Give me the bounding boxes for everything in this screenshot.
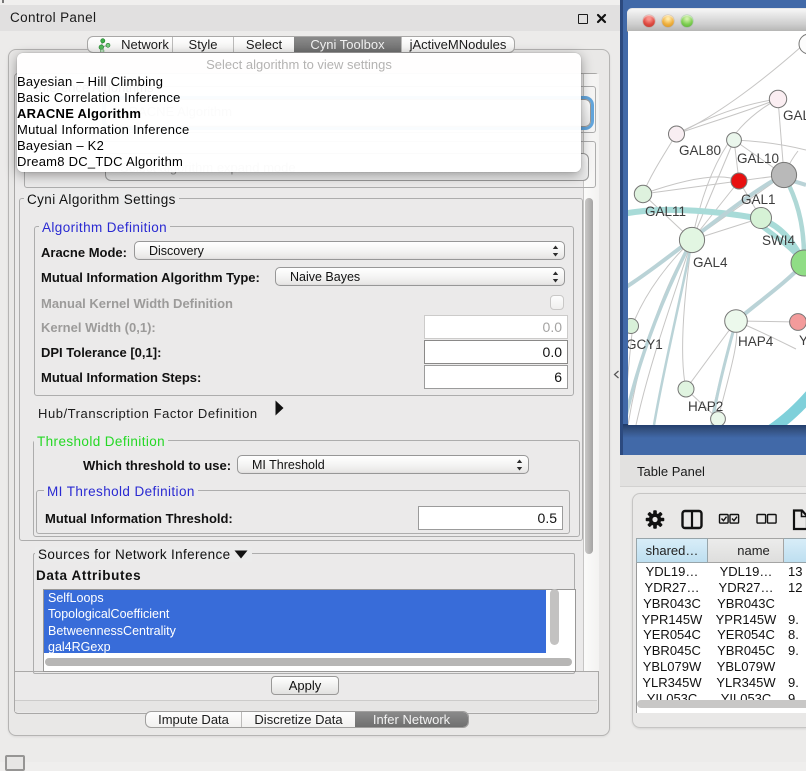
svg-text:GAL10: GAL10 — [737, 151, 779, 166]
svg-text:GAL4: GAL4 — [693, 255, 728, 270]
svg-text:GAL: GAL — [783, 108, 806, 123]
svg-text:GAL11: GAL11 — [645, 204, 686, 219]
svg-text:GAL1: GAL1 — [741, 192, 776, 207]
svg-text:GAL80: GAL80 — [679, 143, 721, 158]
svg-text:HAP4: HAP4 — [738, 334, 774, 349]
svg-text:GCY1: GCY1 — [628, 337, 663, 352]
svg-text:SWI4: SWI4 — [762, 233, 795, 248]
svg-text:HAP2: HAP2 — [688, 399, 723, 414]
svg-text:Y: Y — [799, 333, 806, 348]
